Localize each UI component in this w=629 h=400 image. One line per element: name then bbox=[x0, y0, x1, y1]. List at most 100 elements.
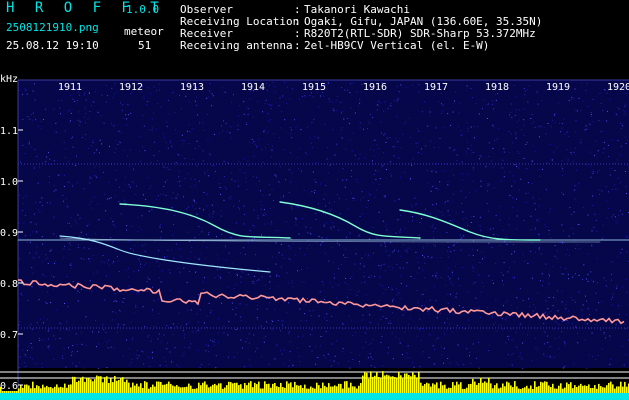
level-bar bbox=[338, 383, 340, 393]
y-tick-label: 0.7 bbox=[0, 330, 18, 341]
level-bar bbox=[254, 382, 256, 393]
level-bar bbox=[614, 388, 616, 393]
level-bar bbox=[70, 384, 72, 393]
level-bar bbox=[424, 384, 426, 393]
level-bar bbox=[412, 372, 414, 393]
level-bar bbox=[82, 376, 84, 393]
level-bar bbox=[30, 388, 32, 393]
level-bar bbox=[88, 378, 90, 393]
level-bar bbox=[244, 383, 246, 393]
level-bar bbox=[224, 387, 226, 393]
level-bar bbox=[606, 385, 608, 393]
y-tick-label: 0.8 bbox=[0, 279, 18, 290]
level-bar bbox=[64, 383, 66, 393]
level-bar bbox=[138, 386, 140, 393]
level-bar bbox=[454, 385, 456, 393]
level-bar bbox=[110, 378, 112, 393]
level-bar bbox=[350, 382, 352, 393]
level-bar bbox=[218, 383, 220, 393]
level-bar bbox=[186, 386, 188, 393]
level-bar bbox=[396, 377, 398, 393]
hrofft-window: H R O F F T 1.0.0 2508121910.png 25.08.1… bbox=[0, 0, 629, 400]
level-bar bbox=[604, 387, 606, 393]
level-bar bbox=[556, 388, 558, 393]
level-bar bbox=[26, 384, 28, 393]
level-bar bbox=[498, 388, 500, 393]
level-bar bbox=[100, 376, 102, 393]
level-bar bbox=[364, 371, 366, 393]
level-bar bbox=[576, 387, 578, 393]
level-bar bbox=[112, 382, 114, 393]
level-bar bbox=[54, 386, 56, 393]
level-bar bbox=[346, 381, 348, 393]
level-bar bbox=[32, 381, 34, 393]
level-bar bbox=[618, 386, 620, 393]
level-bar bbox=[116, 380, 118, 393]
level-bar bbox=[160, 382, 162, 393]
level-bar bbox=[484, 381, 486, 393]
level-bar bbox=[290, 382, 292, 393]
level-bar bbox=[312, 387, 314, 393]
level-bar bbox=[250, 381, 252, 393]
level-bar bbox=[232, 383, 234, 393]
level-bar bbox=[390, 376, 392, 393]
level-bar bbox=[344, 381, 346, 393]
level-bar bbox=[158, 381, 160, 393]
level-bar bbox=[524, 387, 526, 393]
x-tick-label: 1920 bbox=[607, 82, 629, 93]
level-bar bbox=[226, 385, 228, 393]
level-bar bbox=[622, 386, 624, 393]
level-bar bbox=[596, 388, 598, 393]
level-bar bbox=[332, 386, 334, 393]
level-bar bbox=[230, 382, 232, 393]
level-bar bbox=[220, 383, 222, 393]
level-bar bbox=[486, 382, 488, 393]
level-bar bbox=[294, 381, 296, 393]
level-bar bbox=[436, 382, 438, 393]
level-bar bbox=[114, 376, 116, 393]
level-bar bbox=[164, 384, 166, 393]
level-bar bbox=[516, 386, 518, 393]
level-bar bbox=[214, 383, 216, 393]
level-bar bbox=[266, 384, 268, 393]
level-bar bbox=[384, 375, 386, 393]
level-bar bbox=[462, 388, 464, 393]
level-bar bbox=[228, 381, 230, 393]
level-bar bbox=[456, 381, 458, 393]
level-bar bbox=[270, 387, 272, 393]
level-bar bbox=[548, 385, 550, 393]
level-bar bbox=[118, 380, 120, 393]
level-bar bbox=[286, 381, 288, 393]
level-bar bbox=[280, 382, 282, 393]
level-bar bbox=[324, 385, 326, 393]
level-bar bbox=[180, 387, 182, 393]
level-bar bbox=[234, 382, 236, 393]
level-bar bbox=[582, 385, 584, 393]
level-bar bbox=[598, 383, 600, 393]
level-bar bbox=[608, 383, 610, 393]
level-bar bbox=[102, 382, 104, 393]
level-bar bbox=[24, 384, 26, 393]
level-bar bbox=[174, 386, 176, 393]
level-bar bbox=[296, 385, 298, 393]
level-bar bbox=[162, 384, 164, 393]
level-bar bbox=[536, 386, 538, 393]
level-bar bbox=[256, 384, 258, 393]
level-bar bbox=[20, 384, 22, 393]
level-bar bbox=[382, 371, 384, 393]
level-bar bbox=[568, 384, 570, 393]
level-bar bbox=[108, 383, 110, 393]
spectrogram-background bbox=[18, 80, 629, 368]
level-bar bbox=[334, 385, 336, 393]
level-bar bbox=[340, 383, 342, 393]
level-bar bbox=[404, 373, 406, 393]
level-bar bbox=[148, 388, 150, 393]
level-bar bbox=[166, 383, 168, 393]
level-bar bbox=[172, 385, 174, 393]
level-bar bbox=[574, 385, 576, 393]
y-tick-label: 1.0 bbox=[0, 177, 18, 188]
level-bar bbox=[252, 387, 254, 393]
level-bar bbox=[542, 382, 544, 393]
level-bar bbox=[570, 382, 572, 393]
level-bar bbox=[406, 373, 408, 393]
